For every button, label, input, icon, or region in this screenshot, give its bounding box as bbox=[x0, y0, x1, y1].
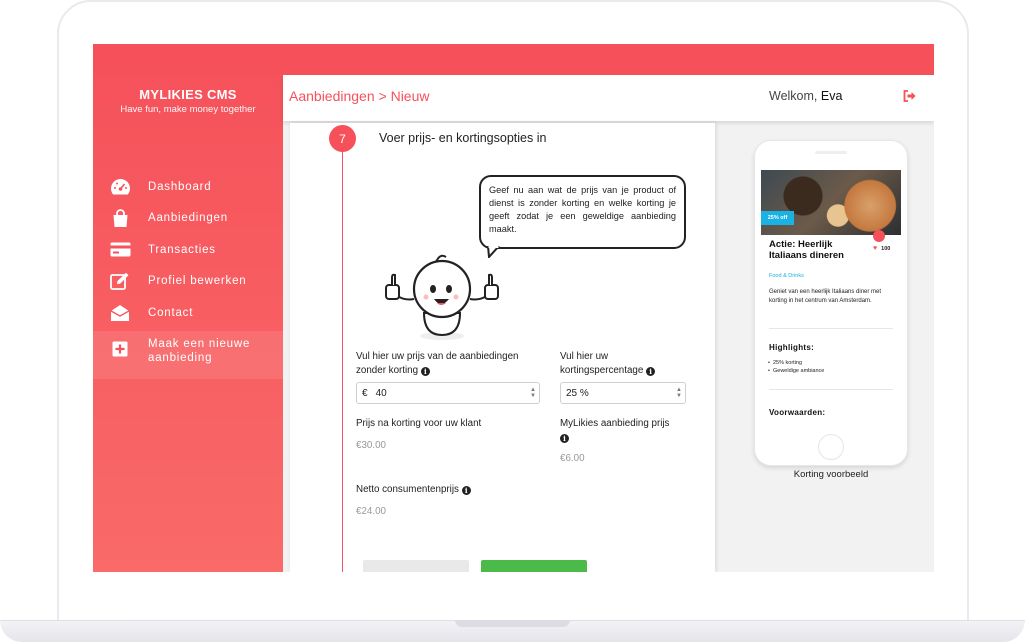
fee-value: €6.00 bbox=[560, 453, 585, 464]
euro-icon: € bbox=[362, 387, 368, 399]
brand: MYLIKIES CMS Have fun, make money togeth… bbox=[93, 75, 283, 115]
sidebar-item-dashboard[interactable]: Dashboard bbox=[93, 171, 283, 203]
back-button[interactable] bbox=[363, 560, 469, 572]
sidebar-item-label: Contact bbox=[148, 306, 194, 319]
net-label: Netto consumentenprijs i bbox=[356, 483, 471, 497]
step-title: Voer prijs- en kortingsopties in bbox=[379, 131, 547, 145]
phone-speaker bbox=[815, 151, 847, 154]
highlight-item: 25% korting bbox=[768, 360, 802, 366]
sidebar-item-label: Aanbiedingen bbox=[148, 212, 228, 225]
welcome-prefix: Welkom, bbox=[769, 89, 818, 103]
header: Aanbiedingen > Nieuw Welkom, Eva bbox=[283, 75, 934, 121]
info-icon[interactable]: i bbox=[461, 486, 471, 495]
speech-bubble: Geef nu aan wat de prijs van je product … bbox=[479, 175, 686, 249]
discount-badge: 25% off bbox=[761, 211, 794, 225]
envelope-icon bbox=[109, 303, 131, 323]
offer-description: Geniet van een heerlijk Italiaans diner … bbox=[769, 289, 882, 304]
price-after-label: Prijs na korting voor uw klant bbox=[356, 418, 482, 429]
plus-square-icon bbox=[109, 339, 131, 359]
app-tagline: Have fun, make money together bbox=[120, 104, 256, 115]
app-screen: MYLIKIES CMS Have fun, make money togeth… bbox=[93, 44, 934, 572]
sidebar-item-new-offer[interactable]: Maak een nieuwe aanbieding bbox=[93, 330, 283, 379]
laptop-notch bbox=[455, 620, 570, 627]
user-name: Eva bbox=[820, 89, 843, 103]
price-after-value: €30.00 bbox=[356, 440, 386, 451]
credit-card-icon bbox=[109, 240, 131, 260]
discount-input[interactable]: 25 % ▲ ▼ bbox=[560, 382, 686, 404]
sidebar-item-label: Dashboard bbox=[148, 180, 212, 193]
offer-category: Food & Drinks bbox=[769, 273, 804, 279]
shopping-bag-icon bbox=[109, 208, 131, 228]
stepper-icon[interactable]: ▲ ▼ bbox=[676, 387, 682, 399]
sidebar: MYLIKIES CMS Have fun, make money togeth… bbox=[93, 75, 283, 572]
step-timeline bbox=[342, 135, 343, 572]
price-input[interactable]: € 40 ▲ ▼ bbox=[356, 382, 540, 404]
offer-image bbox=[761, 170, 901, 235]
step-number: 7 bbox=[329, 125, 356, 152]
top-bar bbox=[93, 44, 934, 75]
offer-title: Actie: Heerlijk Italiaans dineren bbox=[769, 239, 844, 261]
sidebar-item-label: Transacties bbox=[148, 243, 216, 256]
sidebar-item-profiel-bewerken[interactable]: Profiel bewerken bbox=[93, 266, 283, 298]
info-icon[interactable]: i bbox=[560, 433, 569, 443]
sidebar-item-contact[interactable]: Contact bbox=[93, 297, 283, 329]
speedometer-icon bbox=[109, 177, 131, 197]
price-label: Vul hier uw prijs van de aanbiedingen zo… bbox=[356, 351, 519, 376]
terms-title: Voorwaarden: bbox=[769, 408, 826, 417]
discount-label: Vul hier uw kortingspercentage i bbox=[560, 350, 690, 377]
breadcrumb: Aanbiedingen > Nieuw bbox=[289, 88, 430, 104]
phone-preview: 25% off ♥ 100 Actie: Heerlijk Italiaans … bbox=[754, 140, 908, 466]
welcome-text: Welkom, Eva bbox=[769, 89, 842, 103]
fee-label: MyLikies aanbieding prijs i bbox=[560, 418, 670, 443]
mascot-illustration bbox=[385, 254, 499, 340]
sidebar-item-aanbiedingen[interactable]: Aanbiedingen bbox=[93, 203, 283, 235]
preview-caption: Korting voorbeeld bbox=[793, 469, 869, 480]
highlight-item: Geweldige ambiance bbox=[768, 368, 824, 374]
net-value: €24.00 bbox=[356, 506, 386, 517]
price-value: 40 bbox=[375, 387, 387, 399]
phone-home-button bbox=[818, 434, 844, 460]
highlights-title: Highlights: bbox=[769, 343, 815, 352]
next-button[interactable] bbox=[481, 560, 587, 572]
sidebar-item-label: Maak een nieuwe aanbieding bbox=[148, 337, 251, 364]
sidebar-item-transacties[interactable]: Transacties bbox=[93, 234, 283, 266]
sidebar-item-label: Profiel bewerken bbox=[148, 275, 247, 288]
phone-screen: 25% off ♥ 100 Actie: Heerlijk Italiaans … bbox=[761, 170, 901, 431]
discount-value: 25 % bbox=[566, 387, 589, 399]
form-panel: 7 Voer prijs- en kortingsopties in Geef … bbox=[290, 123, 715, 572]
sidebar-nav: Dashboard Aanbiedingen Transacties Profi… bbox=[93, 171, 283, 379]
heart-icon: ♥ bbox=[873, 245, 878, 252]
edit-icon bbox=[109, 271, 131, 291]
info-icon[interactable]: i bbox=[646, 366, 656, 376]
stepper-icon[interactable]: ▲ ▼ bbox=[530, 387, 536, 399]
info-icon[interactable]: i bbox=[420, 366, 430, 376]
divider bbox=[769, 389, 893, 390]
app-name: MYLIKIES CMS bbox=[139, 87, 237, 102]
favorite-button[interactable] bbox=[873, 230, 885, 242]
likes-count: ♥ 100 bbox=[873, 245, 891, 252]
divider bbox=[769, 328, 893, 329]
logout-icon[interactable] bbox=[902, 89, 916, 103]
